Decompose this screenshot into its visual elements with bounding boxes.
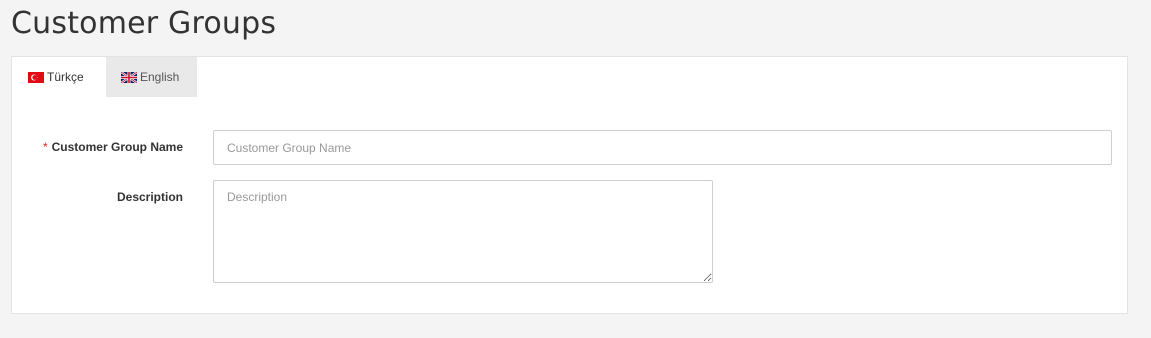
description-label: Description	[116, 190, 183, 204]
tab-turkish[interactable]: Türkçe	[12, 57, 106, 97]
language-tabs: Türkçe English	[12, 57, 197, 97]
customer-group-name-input[interactable]	[213, 130, 1112, 165]
description-textarea[interactable]	[213, 180, 713, 283]
turkey-flag-icon	[28, 71, 44, 83]
uk-flag-icon	[120, 70, 138, 84]
tab-english[interactable]: English	[106, 57, 197, 97]
page-title: Customer Groups	[11, 6, 277, 41]
tab-turkish-label: Türkçe	[47, 70, 84, 84]
language-tab-panel: Türkçe English *Customer Group Name Desc…	[11, 56, 1128, 314]
customer-group-name-label-text: Customer Group Name	[51, 140, 183, 154]
customer-group-name-label: * Customer Group Name	[43, 140, 183, 154]
tab-english-label: English	[140, 70, 180, 84]
required-marker: *	[42, 140, 48, 154]
